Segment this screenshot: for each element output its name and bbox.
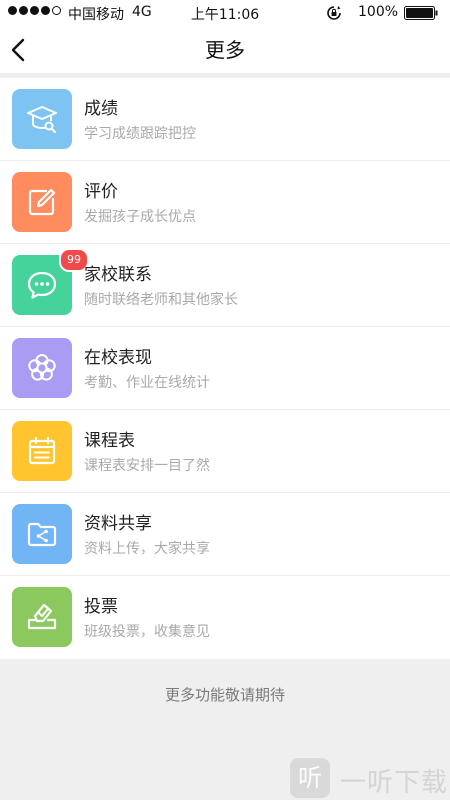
menu-item-label: 投票 — [84, 597, 118, 617]
menu-item-description: 课程表安排一目了然 — [84, 458, 210, 474]
page-title: 更多 — [205, 38, 245, 62]
menu-item-icon-tile — [12, 338, 72, 398]
menu-item-resource-sharing[interactable]: 资料共享 资料上传，大家共享 — [0, 493, 450, 576]
status-bar: 中国移动 4G 上午11:06 100% — [0, 0, 450, 26]
menu-item-label: 在校表现 — [84, 348, 152, 368]
graduation-cap-search-icon — [27, 106, 57, 133]
ballot-box-icon — [27, 603, 57, 630]
menu-item-grades[interactable]: 成绩 学习成绩跟踪把控 — [0, 78, 450, 161]
watermark-text: 一听下载 — [340, 768, 449, 798]
watermark: 听 一听下载 — [290, 756, 450, 800]
chat-bubble-icon — [27, 271, 57, 299]
menu-item-label: 成绩 — [84, 99, 118, 119]
menu-item-school-performance[interactable]: 在校表现 考勤、作业在线统计 — [0, 327, 450, 410]
menu-item-icon-tile — [12, 587, 72, 647]
menu-item-description: 发掘孩子成长优点 — [84, 209, 196, 225]
menu-item-icon-tile — [12, 89, 72, 149]
rotation-lock-icon — [327, 6, 341, 20]
battery-percentage: 100% — [358, 4, 399, 20]
menu-item-label: 资料共享 — [84, 514, 152, 534]
menu-item-icon-tile — [12, 172, 72, 232]
menu-item-icon-tile — [12, 504, 72, 564]
battery-icon — [404, 6, 438, 20]
menu-item-description: 班级投票，收集意见 — [84, 624, 210, 640]
menu-item-timetable[interactable]: 课程表 课程表安排一目了然 — [0, 410, 450, 493]
menu-item-home-school-contact[interactable]: 99 家校联系 随时联络老师和其他家长 — [0, 244, 450, 327]
menu-item-label: 家校联系 — [84, 265, 152, 285]
edit-note-icon — [28, 188, 56, 216]
menu-item-icon-tile — [12, 421, 72, 481]
menu-item-label: 评价 — [84, 182, 118, 202]
feature-menu: 成绩 学习成绩跟踪把控 评价 发掘孩子成长优点 99 家校联系 随时联络老师和其… — [0, 78, 450, 659]
menu-item-description: 随时联络老师和其他家长 — [84, 292, 238, 308]
watermark-logo-icon: 听 — [290, 758, 330, 798]
back-button[interactable] — [6, 32, 40, 68]
menu-item-description: 资料上传，大家共享 — [84, 541, 210, 557]
menu-item-description: 考勤、作业在线统计 — [84, 375, 210, 391]
coming-soon-note: 更多功能敬请期待 — [164, 686, 285, 704]
calendar-icon — [28, 436, 56, 465]
menu-item-description: 学习成绩跟踪把控 — [84, 126, 196, 142]
nav-bar: 更多 — [0, 26, 450, 74]
menu-item-evaluation[interactable]: 评价 发掘孩子成长优点 — [0, 161, 450, 244]
menu-item-label: 课程表 — [84, 431, 135, 451]
menu-item-voting[interactable]: 投票 班级投票，收集意见 — [0, 576, 450, 659]
flower-icon — [28, 354, 56, 381]
chevron-left-icon — [11, 38, 25, 62]
shared-folder-icon — [27, 522, 57, 547]
